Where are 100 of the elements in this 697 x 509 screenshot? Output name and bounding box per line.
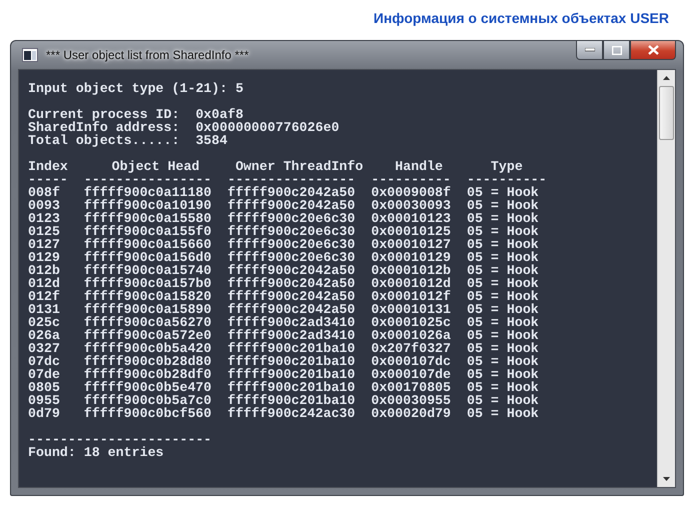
- table-cell: fffff900c0a15660: [84, 237, 212, 252]
- table-cell: 0123: [28, 211, 60, 226]
- window-title: *** User object list from SharedInfo ***: [46, 48, 249, 62]
- info-label: Current process ID:: [28, 108, 181, 121]
- column-header: Type: [490, 160, 524, 173]
- table-cell: 0x00010125: [371, 224, 451, 239]
- table-cell: 026a: [28, 328, 60, 343]
- column-header: Object Head: [110, 160, 201, 173]
- table-cell: fffff900c0a15820: [84, 289, 212, 304]
- table-cell: 0x000107de: [371, 367, 451, 382]
- table-cell: 0x00030093: [371, 198, 451, 213]
- table-cell: fffff900c0b5a420: [84, 341, 212, 356]
- table-cell: fffff900c2042a50: [227, 289, 356, 304]
- header-underline: ----------: [371, 172, 451, 187]
- column-header: Handle: [394, 160, 444, 173]
- table-cell: 0x00010129: [371, 250, 451, 265]
- table-cell: fffff900c0a155f0: [84, 224, 212, 239]
- table-cell: fffff900c0bcf560: [84, 406, 212, 421]
- minimize-button[interactable]: [576, 41, 603, 60]
- table-cell: fffff900c0a11180: [84, 185, 212, 200]
- table-cell: fffff900c2ad3410: [227, 328, 356, 343]
- table-cell: fffff900c0a157b0: [84, 276, 212, 291]
- table-cell: 0127: [28, 237, 60, 252]
- table-cell: 0327: [28, 341, 60, 356]
- info-value: 0x00000000776026e0: [196, 121, 340, 134]
- table-cell: 05 = Hook: [466, 341, 539, 356]
- table-cell: fffff900c2ad3410: [227, 315, 356, 330]
- table-cell: 0x0001026a: [371, 328, 451, 343]
- table-cell: fffff900c0a10190: [84, 198, 212, 213]
- maximize-button[interactable]: [603, 41, 630, 60]
- table-cell: 05 = Hook: [466, 393, 539, 408]
- table-cell: fffff900c20e6c30: [227, 237, 356, 252]
- table-cell: fffff900c20e6c30: [227, 224, 356, 239]
- table-cell: 012d: [28, 276, 60, 291]
- table-cell: 05 = Hook: [466, 328, 539, 343]
- minimize-icon: [584, 48, 594, 52]
- table-cell: fffff900c201ba10: [227, 367, 356, 382]
- header-underline: ----------: [466, 172, 547, 187]
- table-cell: 0x00010123: [371, 211, 451, 226]
- table-cell: fffff900c2042a50: [227, 263, 356, 278]
- table-cell: fffff900c0b5a7c0: [84, 393, 212, 408]
- table-cell: 05 = Hook: [466, 380, 539, 395]
- table-cell: 0d79: [28, 406, 60, 421]
- table-cell: fffff900c20e6c30: [227, 250, 356, 265]
- table-cell: 025c: [28, 315, 60, 330]
- close-icon: [648, 45, 658, 55]
- info-label: Total objects.....:: [28, 134, 181, 147]
- table-cell: 012f: [28, 289, 60, 304]
- table-cell: fffff900c0a15890: [84, 302, 212, 317]
- close-button[interactable]: [630, 41, 676, 60]
- column-header: Owner ThreadInfo: [234, 160, 364, 173]
- console-prompt: Input object type (1-21): 5: [28, 82, 244, 95]
- table-cell: 05 = Hook: [466, 354, 539, 369]
- table-cell: 0131: [28, 302, 60, 317]
- scrollbar-thumb[interactable]: [659, 86, 674, 140]
- info-value: 0x0af8: [196, 108, 244, 121]
- table-cell: 0x0001012f: [371, 289, 451, 304]
- table-cell: fffff900c201ba10: [227, 393, 356, 408]
- table-cell: 0x0001012b: [371, 263, 451, 278]
- table-cell: 0x0009008f: [371, 185, 451, 200]
- vertical-scrollbar[interactable]: [657, 70, 675, 487]
- console-app-icon: [22, 48, 38, 62]
- table-cell: fffff900c0a572e0: [84, 328, 212, 343]
- table-cell: 05 = Hook: [466, 315, 539, 330]
- table-cell: 07dc: [28, 354, 60, 369]
- header-underline: ----------------: [227, 172, 356, 187]
- table-cell: 0x00170805: [371, 380, 451, 395]
- table-cell: 05 = Hook: [466, 211, 539, 226]
- table-cell: fffff900c20e6c30: [227, 211, 356, 226]
- separator-line-text: -----------------------: [28, 433, 213, 446]
- table-cell: fffff900c0a156d0: [84, 250, 212, 265]
- table-cell: 05 = Hook: [466, 406, 539, 421]
- table-cell: 0x00020d79: [371, 406, 451, 421]
- table-cell: fffff900c0a15740: [84, 263, 212, 278]
- table-cell: 05 = Hook: [466, 250, 539, 265]
- table-cell: 0x000107dc: [371, 354, 451, 369]
- summary-text: Found: 18 entries: [28, 446, 165, 459]
- table-cell: 0x00030955: [371, 393, 451, 408]
- table-cell: 0129: [28, 250, 60, 265]
- table-cell: fffff900c0b28df0: [84, 367, 212, 382]
- table-cell: 05 = Hook: [466, 302, 539, 317]
- table-cell: fffff900c2042a50: [227, 302, 356, 317]
- table-cell: fffff900c201ba10: [227, 354, 356, 369]
- table-cell: 05 = Hook: [466, 185, 539, 200]
- table-cell: 0x0001012d: [371, 276, 451, 291]
- table-cell: 05 = Hook: [466, 237, 539, 252]
- table-cell: 0x00010127: [371, 237, 451, 252]
- info-value: 3584: [196, 134, 228, 147]
- table-cell: 05 = Hook: [466, 224, 539, 239]
- table-cell: 0x0001025c: [371, 315, 451, 330]
- table-cell: fffff900c201ba10: [227, 341, 356, 356]
- column-header: Index: [28, 160, 69, 173]
- table-cell: fffff900c0b5e470: [84, 380, 212, 395]
- table-cell: 012b: [28, 263, 60, 278]
- table-cell: 05 = Hook: [466, 263, 539, 278]
- table-cell: 07de: [28, 367, 60, 382]
- table-cell: 0093: [28, 198, 60, 213]
- page-title: Информация о системных объектах USER: [374, 10, 669, 26]
- table-cell: fffff900c201ba10: [227, 380, 356, 395]
- table-cell: fffff900c2042a50: [227, 198, 356, 213]
